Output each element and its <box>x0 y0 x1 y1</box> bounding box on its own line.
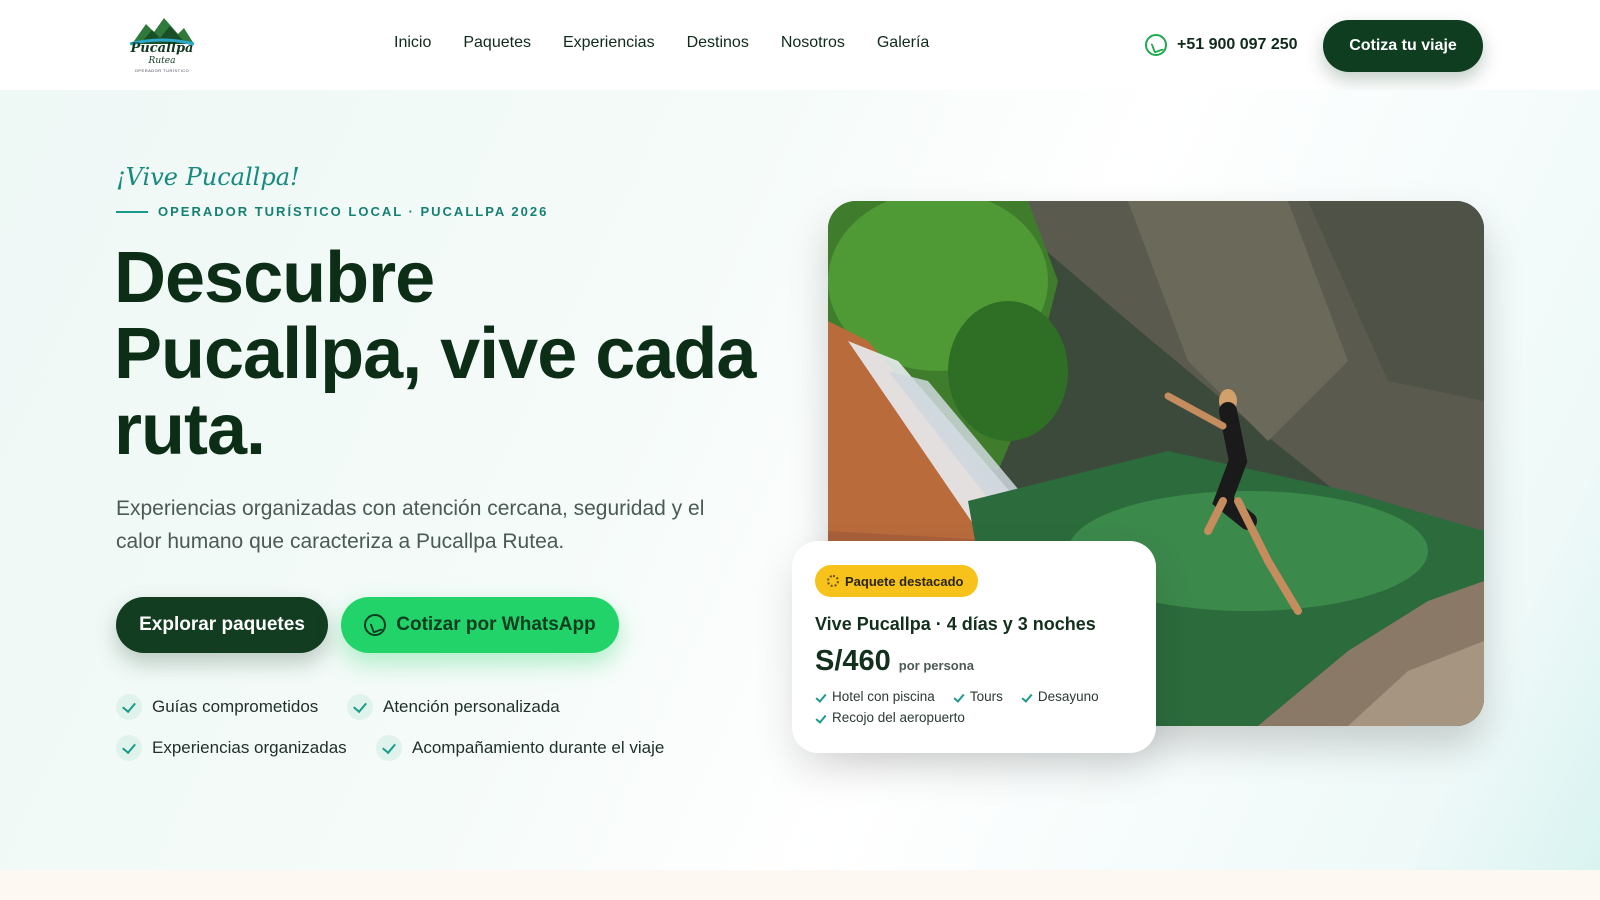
package-price-row: S/460 por persona <box>815 645 974 678</box>
feature-label: Guías comprometidos <box>152 697 319 716</box>
nav-item-experiencias[interactable]: Experiencias <box>563 34 655 52</box>
whatsapp-button-label: Cotizar por WhatsApp <box>396 614 596 635</box>
feature-item: Acompañamiento durante el viaje <box>376 735 664 761</box>
check-icon <box>116 694 142 720</box>
hero-description: Experiencias organizadas con atención ce… <box>116 497 705 553</box>
nav-item-paquetes[interactable]: Paquetes <box>463 34 531 52</box>
include-label: Recojo del aeropuerto <box>832 710 965 725</box>
explore-packages-button[interactable]: Explorar paquetes <box>116 597 328 653</box>
sparkle-icon <box>827 575 839 587</box>
check-icon <box>953 691 965 703</box>
headline-line-2: Pucallpa, vive cada <box>114 314 756 394</box>
include-item: Recojo del aeropuerto <box>815 710 965 725</box>
package-includes: Hotel con piscina Tours Desayuno Recojo … <box>815 689 1135 725</box>
include-label: Hotel con piscina <box>832 689 935 704</box>
nav-item-inicio[interactable]: Inicio <box>394 34 431 52</box>
check-icon <box>116 735 142 761</box>
feature-label: Atención personalizada <box>383 697 560 716</box>
feature-item: Guías comprometidos <box>116 694 318 720</box>
quote-trip-button[interactable]: Cotiza tu viaje <box>1323 20 1483 72</box>
include-item: Hotel con piscina <box>815 689 935 704</box>
script-tagline: ¡Vive Pucallpa! <box>116 163 300 191</box>
next-section-edge <box>0 870 1600 900</box>
check-icon <box>1021 691 1033 703</box>
featured-package-card[interactable]: Paquete destacado Vive Pucallpa · 4 días… <box>792 541 1156 753</box>
price-note: por persona <box>898 658 974 673</box>
include-label: Tours <box>969 689 1003 704</box>
check-icon <box>376 735 402 761</box>
kicker-line <box>116 210 148 213</box>
hero-headline: Descubre Pucallpa, vive cada ruta. <box>114 240 794 468</box>
phone-link[interactable]: +51 900 097 250 <box>1145 34 1298 56</box>
feature-item: Experiencias organizadas <box>116 735 347 761</box>
brand-logo[interactable]: Pucallpa Rutea OPERADOR TURÍSTICO <box>126 14 198 76</box>
nav-item-galeria[interactable]: Galería <box>877 34 929 52</box>
hero-kicker: OPERADOR TURÍSTICO LOCAL · PUCALLPA 2026 <box>116 204 548 219</box>
feature-item: Atención personalizada <box>347 694 560 720</box>
phone-number: +51 900 097 250 <box>1177 36 1298 53</box>
feature-label: Experiencias organizadas <box>152 738 347 757</box>
package-price: S/460 <box>815 645 891 677</box>
main-nav: Inicio Paquetes Experiencias Destinos No… <box>394 34 929 52</box>
whatsapp-quote-button[interactable]: Cotizar por WhatsApp <box>341 597 619 653</box>
badge-label: Paquete destacado <box>845 573 964 589</box>
nav-item-nosotros[interactable]: Nosotros <box>781 34 845 52</box>
nav-item-destinos[interactable]: Destinos <box>687 34 749 52</box>
include-label: Desayuno <box>1037 689 1099 704</box>
logo-name: Pucallpa <box>130 41 194 56</box>
logo-subtitle: Rutea <box>148 56 176 66</box>
package-title: Vive Pucallpa · 4 días y 3 noches <box>815 614 1096 634</box>
kicker-text: OPERADOR TURÍSTICO LOCAL · PUCALLPA 2026 <box>158 204 549 219</box>
headline-line-3: ruta. <box>114 390 266 470</box>
whatsapp-icon <box>1145 34 1167 56</box>
headline-line-1: Descubre <box>114 238 435 318</box>
site-header: Pucallpa Rutea OPERADOR TURÍSTICO Inicio… <box>0 0 1600 90</box>
featured-badge: Paquete destacado <box>815 565 978 597</box>
include-item: Tours <box>953 689 1003 704</box>
whatsapp-icon <box>364 614 387 636</box>
logo-tagline: OPERADOR TURÍSTICO <box>134 68 190 73</box>
check-icon <box>347 694 373 720</box>
check-icon <box>815 691 827 703</box>
include-item: Desayuno <box>1021 689 1099 704</box>
feature-label: Acompañamiento durante el viaje <box>412 738 665 757</box>
check-icon <box>815 712 827 724</box>
